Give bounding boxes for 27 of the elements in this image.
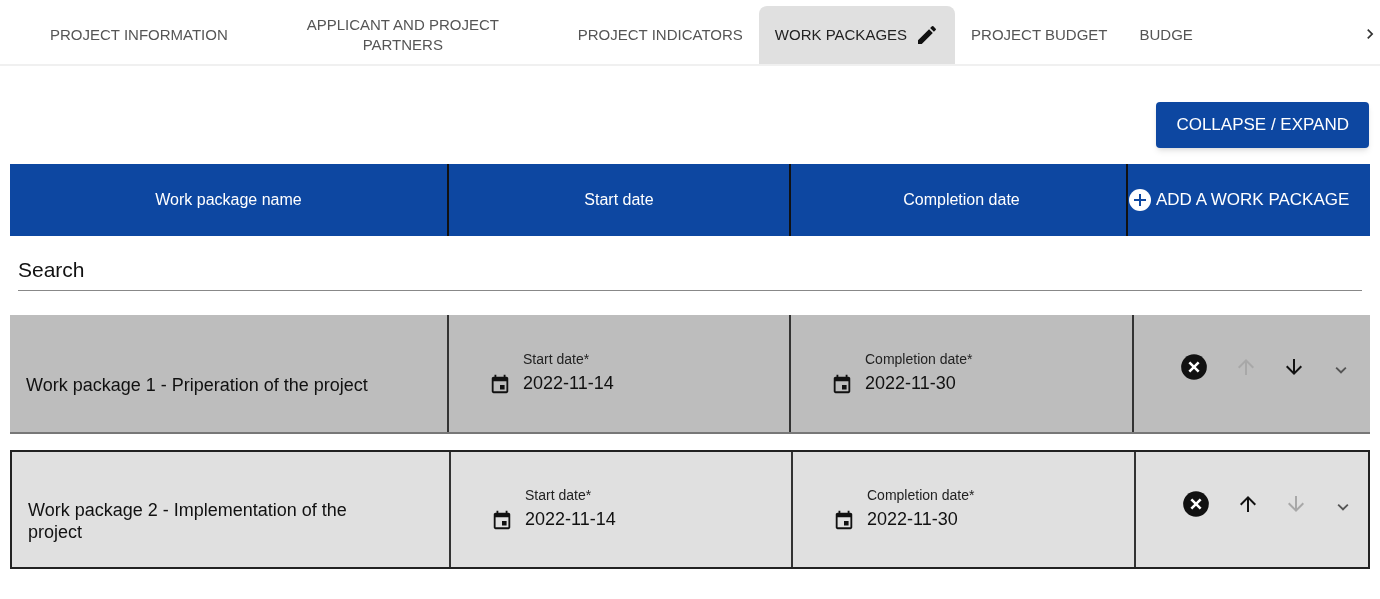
work-package-name: Work package 2 - Implementation of the project [28,499,348,543]
tab[interactable]: BUDGE [1123,6,1209,64]
column-header: Start date [584,190,654,210]
calendar-icon [491,509,513,531]
date-field[interactable]: Start date* 2022-11-14 [525,485,616,533]
calendar-icon [489,373,511,395]
calendar-icon [833,509,855,531]
tab[interactable]: PROJECT BUDGET [955,6,1124,64]
close-icon [1180,352,1208,381]
add-work-package-button[interactable]: ADD A WORK PACKAGE [1128,187,1350,213]
search-field[interactable]: Search [18,254,1362,291]
plus-circle-icon [1128,188,1152,212]
tab[interactable]: APPLICANT AND PROJECT PARTNERS [267,6,538,64]
date-field[interactable]: Start date* 2022-11-14 [523,349,614,397]
date-field[interactable]: Completion date* 2022-11-30 [865,349,973,397]
collapse-expand-button[interactable]: COLLAPSE / EXPAND [1156,102,1369,148]
work-package-row[interactable]: Work package 2 - Implementation of the project Start date* 2022-11-14 Completion date* 2022-11-30 [10,449,1370,569]
work-package-row[interactable]: Work package 1 - Priperation of the project Start date* 2022-11-14 Completion date* 2022-11-30 [10,314,1370,434]
work-package-name: Work package 1 - Priperation of the project [26,374,368,396]
tab[interactable]: WORK PACKAGES [758,6,956,64]
close-icon [1182,489,1210,518]
calendar-icon [831,373,853,395]
column-header: Work package name [155,190,302,210]
tab[interactable]: PROJECT INDICATORS [561,6,759,64]
tab[interactable]: PROJECT INFORMATION [34,6,244,64]
date-field[interactable]: Completion date* 2022-11-30 [867,485,975,533]
column-header: Completion date [903,190,1020,210]
